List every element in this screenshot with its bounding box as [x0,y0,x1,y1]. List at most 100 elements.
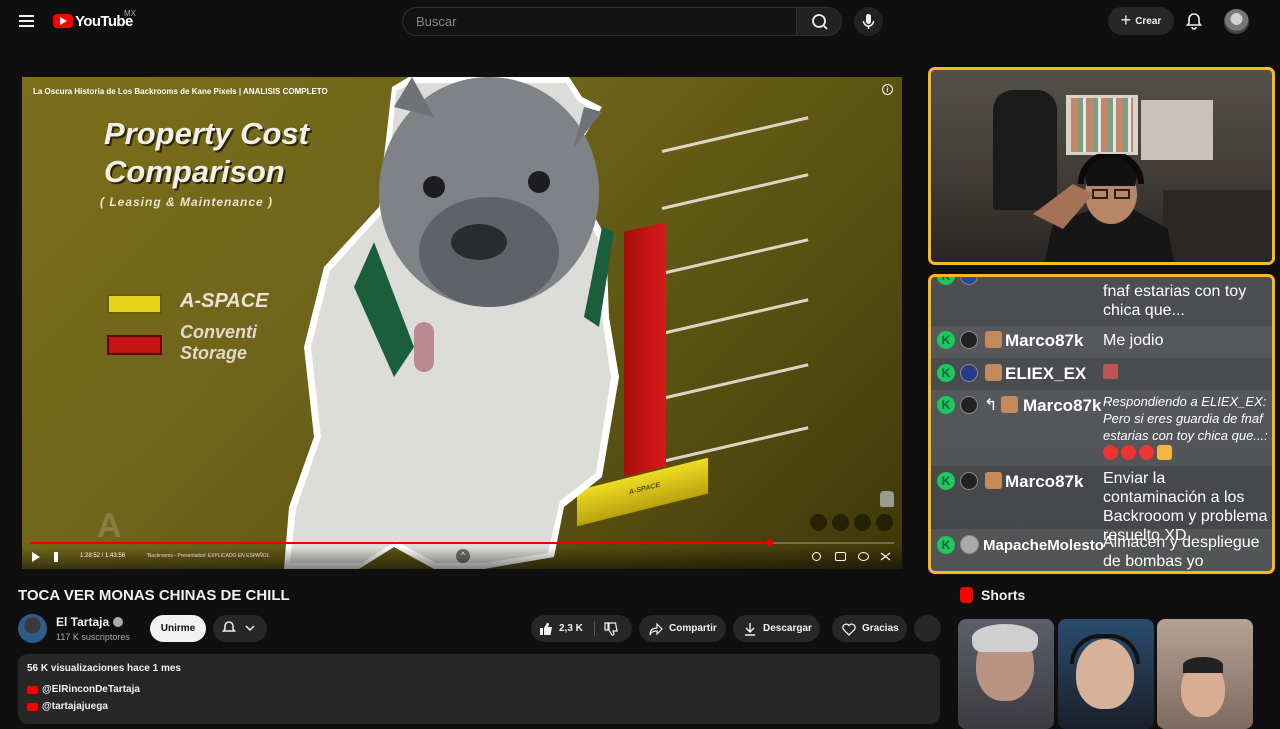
description-link[interactable]: @tartajajuega [27,701,108,712]
create-button[interactable]: + Crear [1108,7,1174,35]
chat-username[interactable]: Marco87k [1023,396,1101,416]
top-bar: YouTube MX + Crear [0,0,1280,42]
legend-label-1: A-SPACE [180,290,269,312]
bell-icon [222,621,255,632]
account-avatar[interactable] [1224,9,1249,34]
create-label: Crear [1135,15,1162,27]
webcam-collectibles [1071,98,1133,152]
search-input[interactable] [402,7,796,36]
kick-badge-icon: K [937,364,955,382]
short-thumbnail-hair [972,624,1038,652]
overlay-dislike-icon[interactable] [832,514,849,531]
thanks-label: Gracias [862,623,899,634]
menu-icon[interactable] [16,10,38,32]
voice-search-button[interactable] [854,7,883,36]
volume-icon[interactable] [54,552,64,562]
youtube-icon [27,702,38,711]
settings-icon[interactable] [858,552,869,561]
progress-bar[interactable] [30,539,894,546]
channel-link-text: @tartajajuega [42,701,108,712]
legend-label-2: Conventi Storage [180,322,257,364]
dislike-button[interactable] [594,621,618,636]
chat-message-row: K Marco87k Enviar la contaminación a los… [931,469,1272,544]
like-separator [594,621,595,636]
download-icon [745,622,755,636]
subscriber-count: 117 K suscriptores [56,632,130,642]
region-code: MX [124,9,136,18]
play-icon[interactable] [32,552,40,562]
chat-username[interactable]: Marco87k [1005,472,1083,492]
dog-cutout-image [284,77,619,569]
description-box[interactable]: 56 K visualizaciones hace 1 mes @ElRinco… [18,654,940,724]
autoplay-icon[interactable] [812,552,821,561]
shorts-heading: Shorts [981,587,1026,603]
share-button[interactable]: Compartir [639,615,726,642]
fullscreen-icon[interactable] [880,552,891,561]
channel-link-text: @ElRinconDeTartaja [42,684,140,695]
scene-watermark: A [97,507,122,545]
like-button[interactable]: 2,3 K [531,615,594,642]
subscriber-badge-icon [1001,396,1018,413]
youtube-logo[interactable]: YouTube [53,11,133,31]
channel-watermark-icon[interactable] [880,491,894,507]
short-thumbnail[interactable] [1157,619,1253,729]
chevron-up-icon[interactable]: ^ [456,549,470,563]
legend-label-2-line-2: Storage [180,343,248,363]
chapter-title[interactable]: 'Backrooms - Presentation' EXPLICADO EN … [147,553,269,559]
info-icon[interactable]: i [882,84,893,95]
join-button[interactable]: Unirme [150,615,206,642]
notifications-button[interactable] [1184,11,1204,31]
subscriber-badge-icon [985,364,1002,381]
kick-badge-icon: K [937,396,955,414]
shorts-header: Shorts [960,587,1025,603]
video-overlay-actions [810,514,893,531]
mic-icon [862,14,875,29]
more-actions-button[interactable] [914,615,941,642]
thumbs-up-icon [540,622,552,635]
download-label: Descargar [763,623,812,634]
user-badge-icon [960,472,978,490]
video-player[interactable]: A-SPACE Property Cost Comparison ( Leasi… [22,77,902,569]
chat-message-text: fnaf estarias con toy chica que... [1103,283,1247,319]
scene-subtitle: ( Leasing & Maintenance ) [100,195,274,209]
chat-message-text: Respondiendo a ELIEX_EX: Pero si eres gu… [1103,394,1268,443]
search-button[interactable] [796,7,842,36]
webcam-overlay [928,67,1275,265]
kick-badge-icon: K [937,277,955,285]
emote-icon [1103,364,1118,379]
subscriber-badge-icon [985,472,1002,489]
video-title: TOCA VER MONAS CHINAS DE CHILL [18,587,290,604]
chat-message-row: K ↰ Marco87k Respondiendo a ELIEX_EX: Pe… [931,393,1272,467]
chat-username[interactable]: Marco87k [1005,331,1083,351]
chart-gridline [661,363,809,400]
kick-badge-icon: K [937,472,955,490]
video-overlay-title: La Oscura Historia de Los Backrooms de K… [33,87,328,96]
share-label: Compartir [669,623,717,634]
plus-icon: + [1120,10,1132,30]
chart-gridline [661,426,809,463]
chat-username[interactable]: ELIEX_EX [1005,364,1086,384]
subscription-bell-button[interactable] [213,615,267,642]
youtube-play-icon [53,14,73,28]
chat-message-row: K MapacheMolesto Almacen y despliegue de… [931,533,1272,571]
angry-emote-icon [1139,445,1154,460]
channel-avatar[interactable] [18,614,47,643]
progress-scrubber[interactable] [765,539,773,546]
chat-overlay: K fnaf estarias con toy chica que... K M… [928,274,1275,574]
overlay-like-icon[interactable] [810,514,827,531]
share-icon [649,622,663,635]
subtitles-icon[interactable] [835,552,846,561]
like-count: 2,3 K [559,623,583,634]
angry-emote-icon [1121,445,1136,460]
channel-name-link[interactable]: El Tartaja [56,615,124,629]
short-thumbnail[interactable] [958,619,1054,729]
overlay-comment-icon[interactable] [854,514,871,531]
streamer-image [1033,154,1174,262]
thumbs-up-emote-icon [1157,445,1172,460]
thanks-button[interactable]: Gracias [832,615,907,642]
chat-username[interactable]: MapacheMolesto [983,537,1104,554]
description-link[interactable]: @ElRinconDeTartaja [27,684,140,695]
short-thumbnail[interactable] [1058,619,1154,729]
download-button[interactable]: Descargar [733,615,820,642]
overlay-share-icon[interactable] [876,514,893,531]
